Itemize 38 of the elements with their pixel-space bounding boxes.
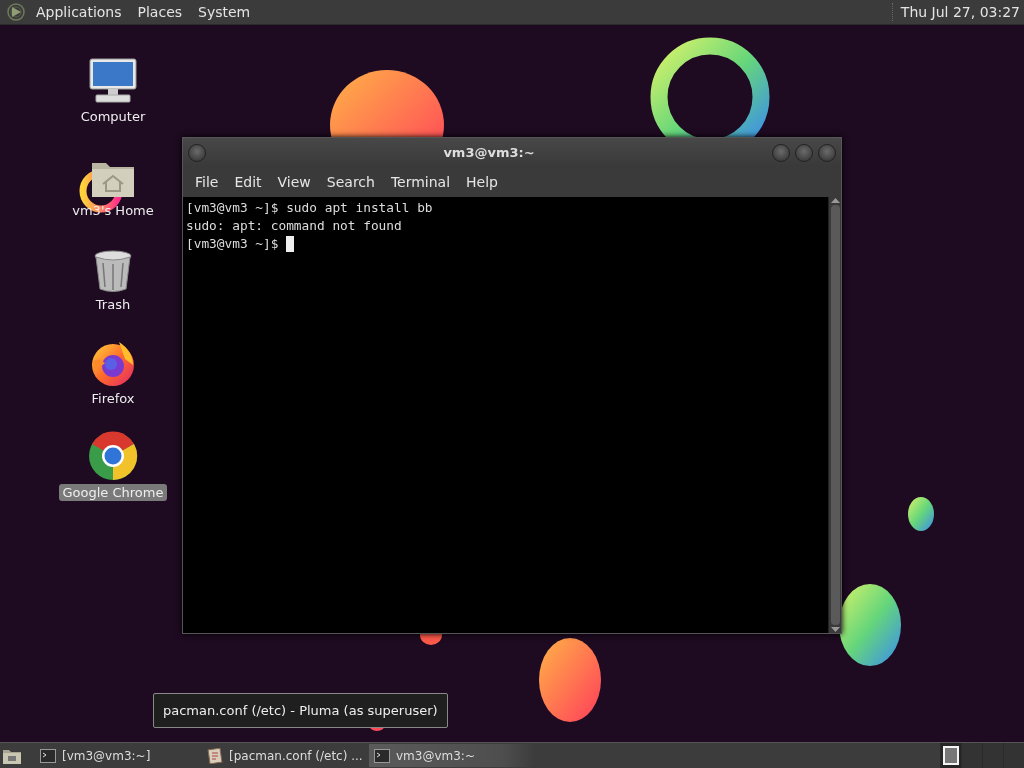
taskbar-button[interactable]: [vm3@vm3:~] <box>35 744 201 767</box>
desktop-icon-label[interactable]: Computer <box>76 108 150 125</box>
scrollbar[interactable] <box>828 197 841 633</box>
minimize-button[interactable] <box>772 143 790 162</box>
menu-item[interactable]: Help <box>458 174 506 190</box>
menu-item[interactable]: Terminal <box>382 174 459 190</box>
desktop-icon-label[interactable]: Trash <box>91 296 135 313</box>
notepad-icon <box>207 747 223 764</box>
menu-item[interactable]: Search <box>318 174 383 190</box>
menu-item[interactable]: View <box>269 174 319 190</box>
taskbar-button[interactable]: [pacman.conf (/etc) ... <box>202 744 368 767</box>
menu-logo-icon[interactable] <box>6 2 26 22</box>
window-menu-button[interactable] <box>188 143 206 162</box>
scroll-up-arrow-icon[interactable] <box>830 197 840 203</box>
panel-menu[interactable]: Places <box>129 0 191 24</box>
tooltip: pacman.conf (/etc) - Pluma (as superuser) <box>153 693 448 728</box>
panel-menu[interactable]: System <box>190 0 259 24</box>
desktop-icon-label[interactable]: Firefox <box>87 390 139 407</box>
window-title: vm3@vm3:~ <box>442 145 536 160</box>
terminal-line: [vm3@vm3 ~]$ sudo apt install bb <box>186 199 433 217</box>
terminal-area[interactable]: [vm3@vm3 ~]$ sudo apt install bb sudo: apt: command not found [vm3@vm3 ~]$ <box>183 197 841 633</box>
terminal-line: [vm3@vm3 ~]$ <box>186 235 279 253</box>
browser-icon[interactable] <box>89 339 137 387</box>
panel-menu[interactable]: Applications <box>28 0 130 24</box>
maximize-button[interactable] <box>795 143 813 162</box>
terminal-icon <box>374 748 390 763</box>
menu-item[interactable]: Edit <box>226 174 270 190</box>
menu-item[interactable]: File <box>187 174 227 190</box>
trash-icon[interactable] <box>93 249 133 293</box>
terminal-line: sudo: apt: command not found <box>186 217 402 235</box>
desktop-icon-label[interactable]: Google Chrome <box>58 484 168 501</box>
clock[interactable]: Thu Jul 27, 03:27 <box>900 4 1024 20</box>
close-button[interactable] <box>818 143 836 162</box>
terminal-icon <box>40 748 56 763</box>
computer-icon[interactable] <box>88 57 138 105</box>
scroll-down-arrow-icon[interactable] <box>830 627 840 633</box>
workspace-switcher[interactable] <box>940 743 1024 768</box>
browser-icon[interactable] <box>88 431 138 481</box>
